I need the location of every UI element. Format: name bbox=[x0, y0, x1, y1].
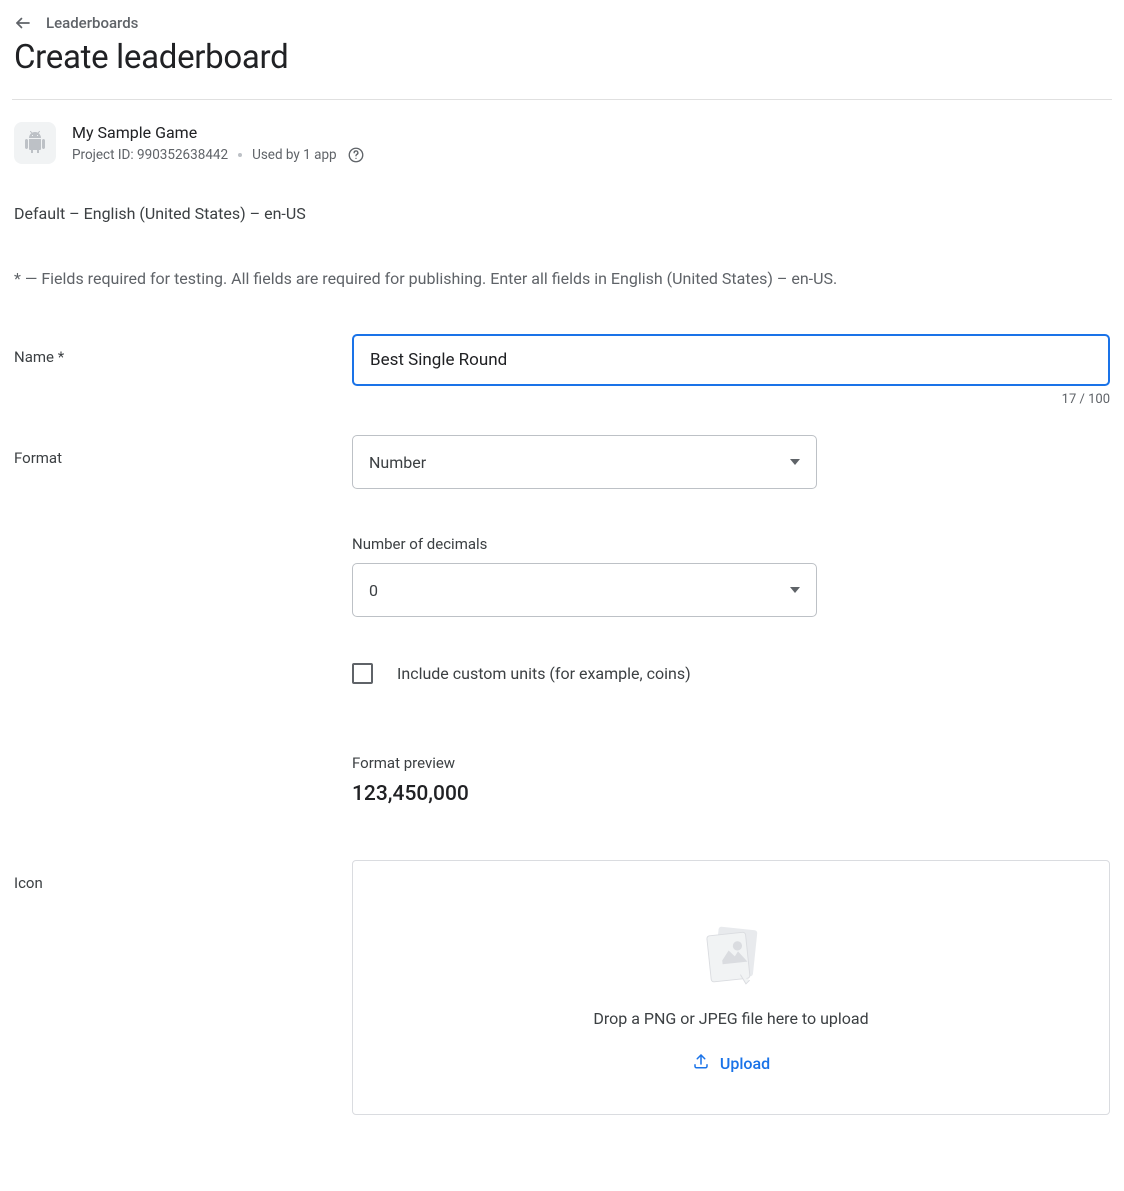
separator-dot bbox=[238, 153, 242, 157]
project-id: Project ID: 990352638442 bbox=[72, 147, 228, 163]
format-label: Format bbox=[14, 435, 352, 467]
format-preview-value: 123,450,000 bbox=[352, 782, 1110, 806]
required-fields-hint: * — Fields required for testing. All fie… bbox=[14, 269, 1110, 288]
decimals-value: 0 bbox=[369, 581, 378, 600]
name-label: Name * bbox=[14, 334, 352, 366]
upload-icon bbox=[692, 1052, 710, 1074]
upload-button[interactable]: Upload bbox=[692, 1052, 770, 1074]
icon-dropzone[interactable]: Drop a PNG or JPEG file here to upload U… bbox=[352, 860, 1110, 1115]
breadcrumb-label[interactable]: Leaderboards bbox=[46, 14, 138, 32]
dropzone-text: Drop a PNG or JPEG file here to upload bbox=[593, 1009, 868, 1028]
icon-label: Icon bbox=[14, 860, 352, 892]
upload-label: Upload bbox=[720, 1054, 770, 1073]
chevron-down-icon bbox=[790, 587, 800, 593]
decimals-select[interactable]: 0 bbox=[352, 563, 817, 617]
project-usage: Used by 1 app bbox=[252, 147, 337, 163]
name-input[interactable] bbox=[352, 334, 1110, 386]
format-preview-label: Format preview bbox=[352, 754, 1110, 772]
chevron-down-icon bbox=[790, 459, 800, 465]
format-select[interactable]: Number bbox=[352, 435, 817, 489]
name-counter: 17 / 100 bbox=[352, 392, 1110, 407]
decimals-label: Number of decimals bbox=[352, 535, 1110, 553]
locale-text: Default – English (United States) – en-U… bbox=[14, 204, 1110, 223]
android-icon bbox=[14, 122, 56, 164]
project-header: My Sample Game Project ID: 990352638442 … bbox=[14, 122, 1110, 164]
files-icon bbox=[696, 921, 766, 991]
custom-units-checkbox[interactable] bbox=[352, 663, 373, 684]
divider bbox=[12, 99, 1112, 100]
breadcrumb[interactable]: Leaderboards bbox=[14, 14, 1110, 32]
page-title: Create leaderboard bbox=[14, 38, 1110, 77]
project-name: My Sample Game bbox=[72, 123, 365, 142]
help-icon[interactable] bbox=[347, 146, 365, 164]
arrow-left-icon[interactable] bbox=[14, 14, 32, 32]
format-value: Number bbox=[369, 453, 426, 472]
custom-units-label: Include custom units (for example, coins… bbox=[397, 664, 691, 683]
